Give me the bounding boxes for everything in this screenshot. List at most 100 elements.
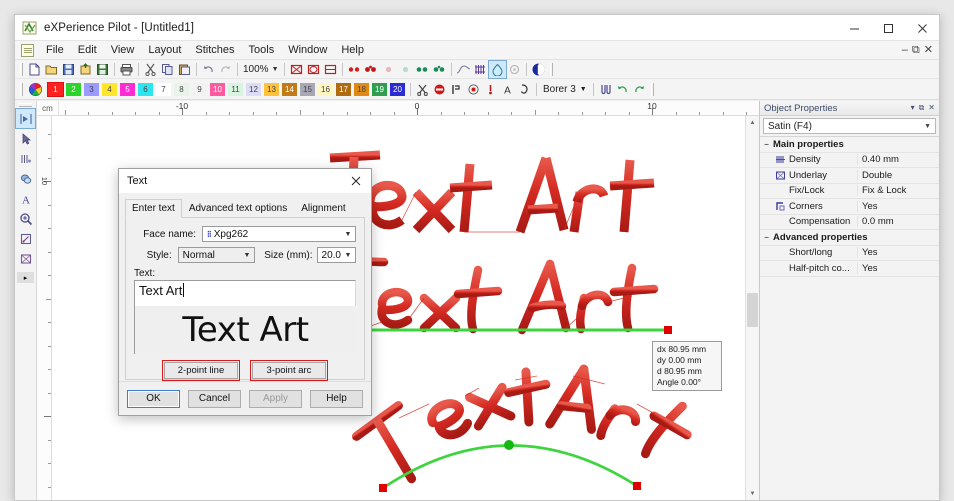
cancel-button[interactable]: Cancel <box>188 389 241 408</box>
redo-green-icon[interactable] <box>631 81 648 98</box>
reshape-icon[interactable] <box>16 169 35 188</box>
property-value[interactable]: Yes <box>857 262 939 274</box>
color-swatch-20[interactable]: 20 <box>389 82 406 97</box>
doc-close-button[interactable]: ✕ <box>924 44 933 56</box>
stitch-dense-a-icon[interactable] <box>346 61 363 78</box>
color-swatch-14[interactable]: 14 <box>281 82 298 97</box>
design-canvas[interactable]: dx 80.95 mm dy 0.00 mm d 80.95 mm Angle … <box>52 116 745 500</box>
property-row[interactable]: Short/long Yes <box>760 246 939 261</box>
hoop-1-icon[interactable] <box>288 61 305 78</box>
column-icon[interactable] <box>472 61 489 78</box>
panel-menu-button[interactable]: ▾ <box>911 103 915 113</box>
color-swatch-6[interactable]: 6 <box>137 82 154 97</box>
two-point-line-button[interactable]: 2-point line <box>164 362 238 379</box>
stitch-light-a-icon[interactable] <box>380 61 397 78</box>
stitch-dense-b-icon[interactable] <box>363 61 380 78</box>
property-group-header[interactable]: − Main properties <box>760 137 939 153</box>
node-edit-icon[interactable] <box>16 129 35 148</box>
style-combo[interactable]: Normal ▼ <box>177 247 255 263</box>
ok-button[interactable]: OK <box>127 389 180 408</box>
face-name-combo[interactable]: ⁝⁝ Xpg262 ▼ <box>202 226 356 242</box>
property-value[interactable]: 0.40 mm <box>857 154 939 166</box>
property-value[interactable]: Yes <box>857 247 939 259</box>
color-swatch-9[interactable]: 9 <box>191 82 208 97</box>
scroll-down-icon[interactable]: ▼ <box>746 487 759 500</box>
zoom-tool-icon[interactable] <box>16 209 35 228</box>
vertical-ruler[interactable]: 10 <box>37 116 52 500</box>
property-value[interactable]: Yes <box>857 200 939 212</box>
property-value[interactable]: Double <box>857 169 939 181</box>
paste-icon[interactable] <box>176 61 193 78</box>
needle-target-icon[interactable] <box>465 81 482 98</box>
hoop-2-icon[interactable] <box>305 61 322 78</box>
property-row[interactable]: Underlay Double <box>760 168 939 184</box>
tool-overflow-button[interactable]: ▸ <box>17 272 34 283</box>
color-swatch-13[interactable]: 13 <box>263 82 280 97</box>
close-button[interactable] <box>905 15 939 41</box>
doc-restore-button[interactable]: ⧉ <box>912 44 920 56</box>
three-point-arc-button[interactable]: 3-point arc <box>252 362 326 379</box>
open-icon[interactable] <box>43 61 60 78</box>
color-swatch-11[interactable]: 11 <box>227 82 244 97</box>
circle-outline-icon[interactable] <box>506 61 523 78</box>
stitch-green-a-icon[interactable] <box>414 61 431 78</box>
color-swatch-2[interactable]: 2 <box>65 82 82 97</box>
property-row[interactable]: Compensation 0.0 mm <box>760 215 939 230</box>
zoom-level-combo[interactable]: 100% ▼ <box>241 62 281 77</box>
color-swatch-5[interactable]: 5 <box>119 82 136 97</box>
property-row[interactable]: Corners Yes <box>760 199 939 215</box>
canvas-vertical-scrollbar[interactable]: ▲ ▼ <box>745 116 759 500</box>
text-art-straight[interactable] <box>324 144 669 244</box>
menu-layout[interactable]: Layout <box>141 42 188 58</box>
color-swatch-4[interactable]: 4 <box>101 82 118 97</box>
color-swatch-18[interactable]: 18 <box>353 82 370 97</box>
palette-grip-end[interactable] <box>650 82 654 96</box>
color-swatch-7[interactable]: 7 <box>155 82 172 97</box>
cut-icon[interactable] <box>142 61 159 78</box>
select-object-icon[interactable] <box>15 108 36 129</box>
copy-icon[interactable] <box>159 61 176 78</box>
color-swatch-8[interactable]: 8 <box>173 82 190 97</box>
toolbar-grip[interactable] <box>20 62 23 76</box>
scrollbar-thumb[interactable] <box>747 292 758 327</box>
menu-window[interactable]: Window <box>281 42 334 58</box>
color-swatch-1[interactable]: 1 <box>47 81 64 97</box>
measure-icon[interactable] <box>16 229 35 248</box>
minimize-button[interactable] <box>837 15 871 41</box>
size-combo[interactable]: 20.0 ▼ <box>316 247 356 263</box>
property-value[interactable]: 0.0 mm <box>857 216 939 228</box>
text-art-arc[interactable] <box>337 364 692 499</box>
tab-alignment[interactable]: Alignment <box>294 199 352 218</box>
menu-stitches[interactable]: Stitches <box>188 42 241 58</box>
panel-close-button[interactable]: ✕ <box>928 103 935 113</box>
maximize-button[interactable] <box>871 15 905 41</box>
text-art-baseline[interactable] <box>331 256 677 356</box>
hoop-3-icon[interactable] <box>322 61 339 78</box>
new-icon[interactable] <box>26 61 43 78</box>
color-swatch-15[interactable]: 15 <box>299 82 316 97</box>
text-dialog[interactable]: Text Enter text Advanced text options Al… <box>118 168 372 416</box>
stitch-edit-icon[interactable] <box>16 149 35 168</box>
color-swatch-12[interactable]: 12 <box>245 82 262 97</box>
menu-tools[interactable]: Tools <box>242 42 282 58</box>
help-button[interactable]: Help <box>310 389 363 408</box>
menu-view[interactable]: View <box>104 42 142 58</box>
undo-icon[interactable] <box>200 61 217 78</box>
text-tool-icon[interactable]: A <box>16 189 35 208</box>
stop-icon[interactable] <box>431 81 448 98</box>
vtool-grip[interactable] <box>19 103 32 107</box>
undo-green-icon[interactable] <box>614 81 631 98</box>
scroll-up-icon[interactable]: ▲ <box>746 116 759 129</box>
color-swatch-17[interactable]: 17 <box>335 82 352 97</box>
property-row[interactable]: Density 0.40 mm <box>760 153 939 168</box>
menu-help[interactable]: Help <box>334 42 371 58</box>
tab-enter-text[interactable]: Enter text <box>125 199 182 218</box>
group-expander-icon[interactable]: − <box>760 233 773 242</box>
stitch-light-b-icon[interactable] <box>397 61 414 78</box>
contrast-icon[interactable] <box>530 61 547 78</box>
trim-icon[interactable] <box>448 81 465 98</box>
panel-dock-button[interactable]: ⧉ <box>919 103 925 113</box>
horizontal-ruler[interactable]: cm -10 0 10 <box>37 101 759 116</box>
color-swatch-3[interactable]: 3 <box>83 82 100 97</box>
menu-edit[interactable]: Edit <box>71 42 104 58</box>
